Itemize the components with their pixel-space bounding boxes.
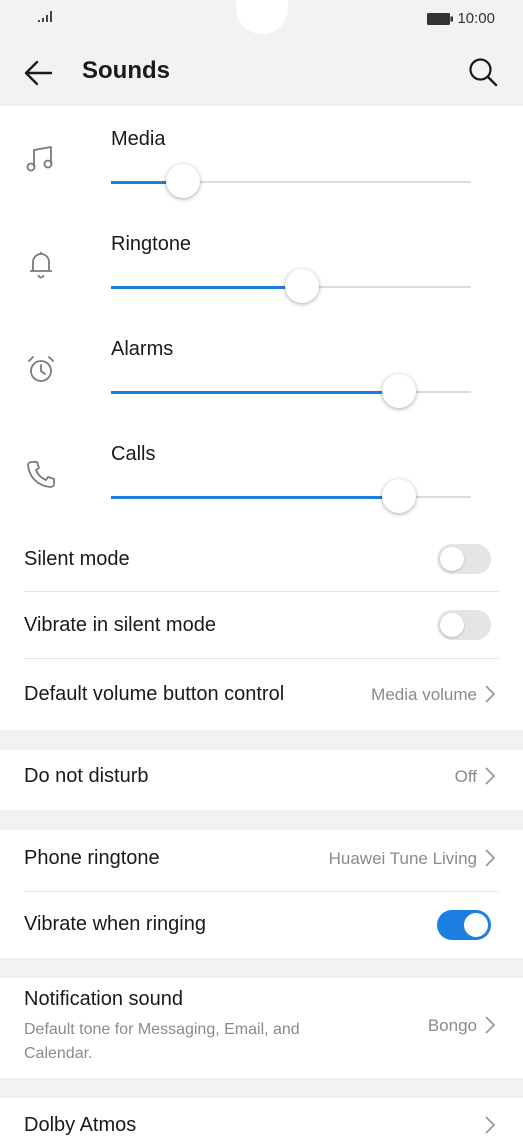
chevron-right-icon (485, 685, 496, 703)
dolby-atmos-row[interactable]: Dolby Atmos (0, 1098, 523, 1136)
section-gap (0, 810, 523, 830)
battery-indicator: 10:00 (427, 10, 495, 27)
chevron-right-icon (485, 767, 496, 785)
slider-fill (111, 391, 399, 394)
calls-volume-slider[interactable] (111, 477, 471, 517)
section-gap (0, 1078, 523, 1098)
toggle-knob (440, 547, 464, 571)
phone-ringtone-row[interactable]: Phone ringtone Huawei Tune Living (0, 830, 523, 891)
vibrate-silent-row[interactable]: Vibrate in silent mode (0, 592, 523, 658)
ringtone-volume-slider[interactable] (111, 267, 471, 307)
signal-icon (38, 11, 52, 22)
volume-label-media: Media (111, 128, 166, 150)
slider-thumb[interactable] (382, 374, 416, 408)
volume-button-control-row[interactable]: Default volume button control Media volu… (0, 659, 523, 729)
vibrate-ringing-row[interactable]: Vibrate when ringing (0, 892, 523, 958)
page-title: Sounds (82, 57, 170, 84)
volume-row-calls: Calls (0, 431, 523, 536)
back-arrow-icon[interactable] (22, 56, 56, 90)
volume-button-control-label: Default volume button control (24, 683, 285, 705)
do-not-disturb-value: Off (454, 767, 477, 786)
volume-label-ringtone: Ringtone (111, 233, 192, 255)
slider-fill (111, 496, 399, 499)
silent-mode-row[interactable]: Silent mode (0, 526, 523, 592)
vibrate-silent-toggle[interactable] (437, 610, 491, 640)
volume-button-control-value: Media volume (371, 685, 477, 704)
slider-fill (111, 286, 302, 289)
section-gap (0, 730, 523, 750)
slider-thumb[interactable] (166, 164, 200, 198)
silent-mode-toggle[interactable] (437, 544, 491, 574)
bell-icon (30, 252, 52, 279)
do-not-disturb-label: Do not disturb (24, 765, 149, 787)
status-bar: 10:00 (0, 0, 523, 36)
status-time: 10:00 (457, 10, 495, 27)
app-bar: Sounds (0, 36, 523, 106)
chevron-right-icon (485, 1116, 496, 1134)
alarms-volume-slider[interactable] (111, 372, 471, 412)
vibrate-ringing-toggle[interactable] (437, 910, 491, 940)
toggle-knob (464, 913, 488, 937)
notification-sound-value: Bongo (427, 1016, 477, 1035)
phone-ringtone-label: Phone ringtone (24, 847, 160, 869)
camera-notch (236, 0, 288, 34)
volume-row-alarms: Alarms (0, 326, 523, 431)
toggle-knob (440, 613, 464, 637)
volume-label-alarms: Alarms (111, 338, 174, 360)
alarm-clock-icon (28, 356, 54, 382)
phone-ringtone-value: Huawei Tune Living (328, 849, 477, 868)
notification-sound-label: Notification sound (24, 988, 183, 1010)
slider-thumb[interactable] (284, 269, 319, 303)
section-gap (0, 958, 523, 978)
chevron-right-icon (485, 1016, 496, 1034)
volume-row-ringtone: Ringtone (0, 221, 523, 326)
slider-thumb[interactable] (382, 479, 416, 513)
music-note-icon (26, 146, 53, 172)
chevron-right-icon (485, 849, 496, 867)
vibrate-silent-label: Vibrate in silent mode (24, 614, 216, 636)
notification-sound-subtext: Default tone for Messaging, Email, and C… (24, 1021, 300, 1062)
media-volume-slider[interactable] (111, 162, 471, 202)
phone-icon (27, 461, 55, 488)
search-icon[interactable] (467, 56, 499, 88)
vibrate-ringing-label: Vibrate when ringing (24, 913, 206, 935)
volume-label-calls: Calls (111, 443, 156, 465)
battery-icon (427, 12, 454, 25)
silent-mode-label: Silent mode (24, 548, 130, 570)
notification-sound-row[interactable]: Notification sound Default tone for Mess… (0, 978, 523, 1078)
do-not-disturb-row[interactable]: Do not disturb Off (0, 750, 523, 810)
volume-row-media: Media (0, 116, 523, 221)
